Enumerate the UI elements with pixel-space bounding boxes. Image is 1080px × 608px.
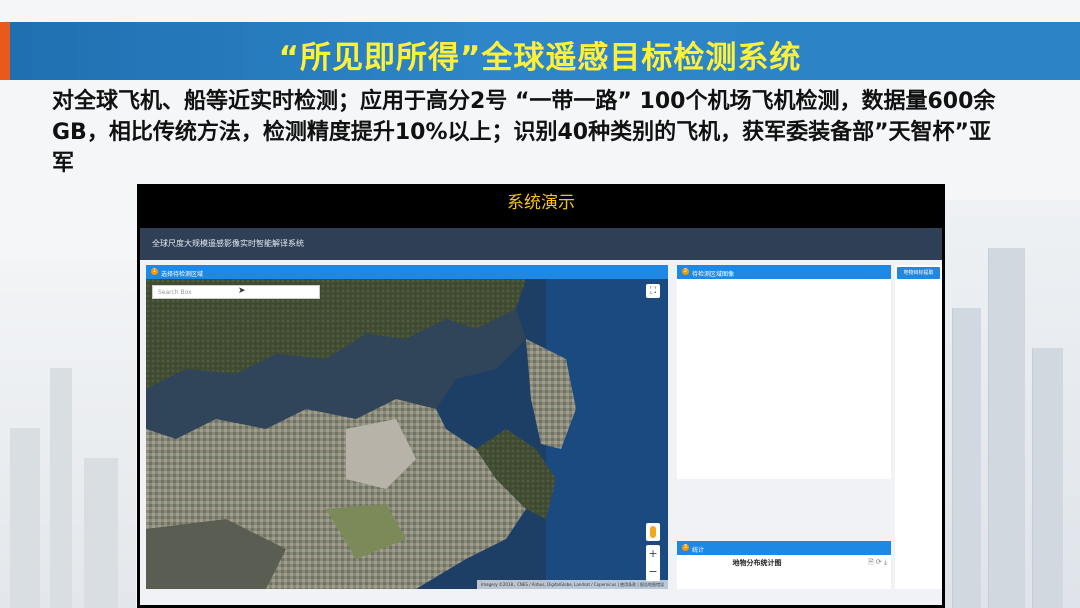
stats-toolbar-icons[interactable]: 🗎 ⟳ ⤓ [868, 558, 887, 569]
satellite-map[interactable]: Search Box ➤ ⛶ + − Imagery ©2018，CNES / … [146, 279, 668, 589]
zoom-control: + − [646, 545, 660, 581]
satellite-imagery [146, 279, 668, 589]
stats-panel: 地物分布统计图 🗎 ⟳ ⤓ [677, 555, 891, 589]
background-skyline [940, 200, 1080, 608]
panel-select-region-header: 1 选择待检测区域 [146, 265, 668, 279]
background-left [0, 260, 136, 608]
demo-title: 系统演示 [507, 193, 575, 213]
slide-description: 对全球飞机、船等近实时检测；应用于高分2号 “一带一路” 100个机场飞机检测，… [52, 89, 996, 176]
extract-targets-button[interactable]: 地物目标提取 [897, 267, 940, 279]
stats-chart-title: 地物分布统计图 [732, 559, 782, 567]
app-window: 全球尺度大规模遥感影像实时智能解译系统 1 选择待检测区域 Search Box… [140, 228, 942, 605]
fullscreen-icon[interactable]: ⛶ [646, 284, 660, 298]
street-view-pegman-icon[interactable] [646, 523, 660, 541]
panel-region-image-header: 2 待检测区域图像 [677, 265, 891, 279]
region-image-panel [677, 279, 891, 479]
panel-label: 待检测区域图像 [692, 271, 735, 278]
demo-screen: 系统演示 全球尺度大规模遥感影像实时智能解译系统 1 选择待检测区域 Searc… [137, 184, 945, 608]
zoom-out-button[interactable]: − [646, 563, 660, 581]
step-badge: 3 [682, 544, 689, 551]
panel-label: 统计 [692, 547, 705, 554]
step-badge: 2 [682, 268, 689, 275]
slide-title: “所见即所得”全球遥感目标检测系统 [278, 40, 802, 76]
zoom-in-button[interactable]: + [646, 545, 660, 563]
app-header: 全球尺度大规模遥感影像实时智能解译系统 [140, 228, 942, 260]
slide-banner: “所见即所得”全球遥感目标检测系统 [0, 22, 1080, 80]
step-badge: 1 [151, 268, 158, 275]
map-attribution[interactable]: Imagery ©2018，CNES / Airbus, DigitalGlob… [477, 580, 668, 589]
mouse-cursor-icon: ➤ [238, 286, 246, 296]
app-title: 全球尺度大规模遥感影像实时智能解译系统 [152, 239, 304, 248]
search-input[interactable]: Search Box [152, 285, 320, 299]
panel-label: 选择待检测区域 [161, 271, 204, 278]
side-column: 地物目标提取 [895, 265, 942, 589]
panel-stats-header: 3 统计 [677, 541, 891, 555]
